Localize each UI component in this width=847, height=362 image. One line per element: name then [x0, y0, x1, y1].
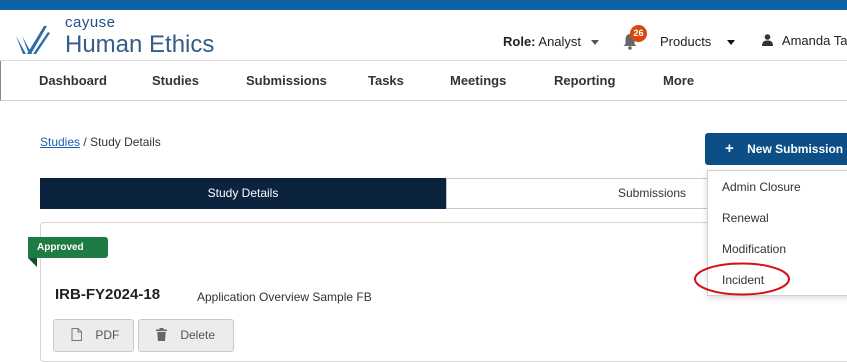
- app-header: cayuse Human Ethics Role: Analyst 26 Pro…: [0, 10, 847, 61]
- tab-study-details[interactable]: Study Details: [40, 178, 446, 209]
- file-icon: [71, 328, 82, 341]
- products-label: Products: [660, 34, 712, 49]
- nav-tasks[interactable]: Tasks: [368, 73, 404, 88]
- status-ribbon-fold: [28, 258, 37, 267]
- nav-submissions[interactable]: Submissions: [246, 73, 327, 88]
- top-brand-strip: [0, 0, 847, 10]
- products-menu[interactable]: Products: [660, 34, 735, 49]
- trash-icon: [156, 328, 167, 341]
- nav-meetings[interactable]: Meetings: [450, 73, 506, 88]
- menu-item-modification[interactable]: Modification: [722, 242, 786, 256]
- nav-studies[interactable]: Studies: [152, 73, 199, 88]
- study-id: IRB-FY2024-18: [55, 286, 161, 303]
- chevron-down-icon: [590, 40, 599, 46]
- chevron-down-icon: [726, 40, 735, 46]
- product-name: Human Ethics: [65, 31, 215, 58]
- breadcrumb-separator: /: [83, 135, 87, 149]
- breadcrumb-studies-link[interactable]: Studies: [40, 135, 80, 149]
- user-name: Amanda Tan: [781, 33, 847, 48]
- role-selector[interactable]: Role: Analyst: [503, 34, 599, 49]
- menu-item-renewal[interactable]: Renewal: [722, 211, 769, 225]
- nav-more[interactable]: More: [663, 73, 694, 88]
- nav-dashboard[interactable]: Dashboard: [39, 73, 107, 88]
- highlight-circle: [694, 262, 790, 296]
- tab-submissions-label: Submissions: [618, 186, 687, 200]
- delete-label: Delete: [180, 328, 216, 342]
- delete-button[interactable]: Delete: [138, 319, 234, 352]
- cayuse-logo-icon: [16, 26, 50, 54]
- app-logo[interactable]: cayuse Human Ethics: [14, 12, 234, 60]
- plus-icon: +: [725, 140, 734, 157]
- menu-item-admin-closure[interactable]: Admin Closure: [722, 180, 801, 194]
- breadcrumb: Studies / Study Details: [40, 135, 161, 149]
- logo-wordmark: cayuse: [65, 14, 116, 31]
- notification-badge[interactable]: 26: [630, 25, 647, 42]
- user-icon: [762, 34, 773, 46]
- pdf-label: PDF: [95, 328, 120, 342]
- role-label: Role:: [503, 34, 536, 49]
- main-nav: Dashboard Studies Submissions Tasks Meet…: [0, 61, 847, 101]
- new-submission-button[interactable]: + New Submission: [705, 133, 847, 165]
- breadcrumb-current: Study Details: [90, 135, 161, 149]
- nav-reporting[interactable]: Reporting: [554, 73, 615, 88]
- status-badge: Approved: [28, 237, 108, 258]
- user-menu[interactable]: Amanda Tan: [762, 33, 847, 48]
- role-value: Analyst: [538, 34, 582, 49]
- study-title: Application Overview Sample FB: [197, 290, 372, 304]
- new-submission-label: New Submission: [747, 142, 844, 156]
- pdf-button[interactable]: PDF: [53, 319, 134, 352]
